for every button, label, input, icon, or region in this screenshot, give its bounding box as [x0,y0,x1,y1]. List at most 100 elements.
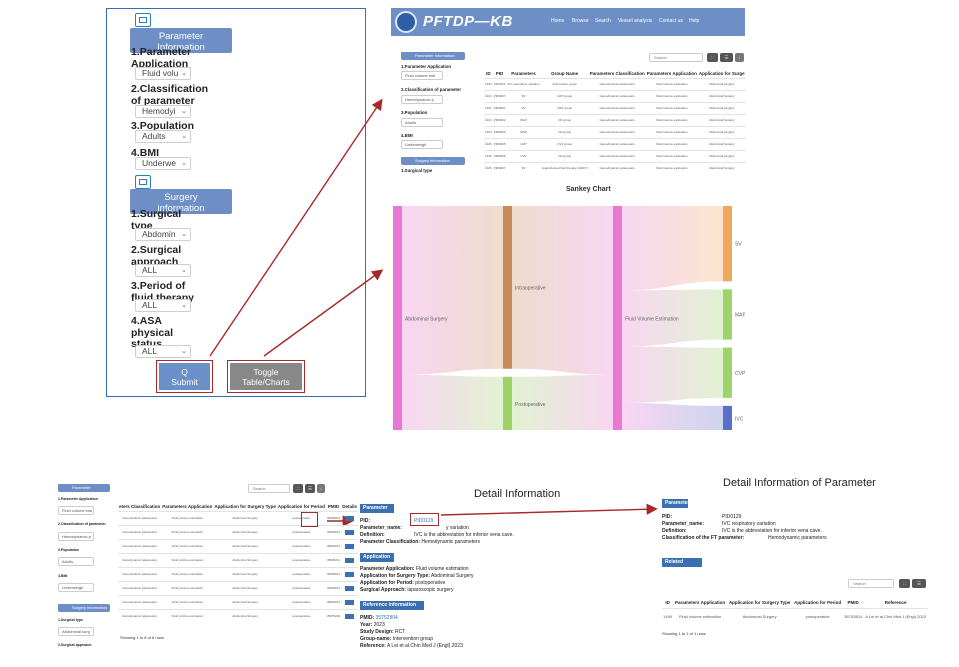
table-cell: postoperative [276,524,326,539]
details-button[interactable] [345,613,355,619]
details-button[interactable] [345,515,355,521]
detail-information-panel: Detail Information Parameter PID: PID012… [360,488,561,649]
parameter-name: y variation [446,525,469,531]
filter-select[interactable]: Hemodynamic p [58,532,94,541]
page-title: Detail Information [474,488,561,500]
filter-select[interactable]: Abdominal surg [58,627,94,636]
classification: Hemodynamic parameters [421,539,481,545]
columns-icon[interactable]: ∷ [293,484,303,493]
columns-icon[interactable]: ∷ [899,579,910,588]
table-cell: postoperative [792,607,843,624]
table-cell: Fluid volume estimation [161,580,214,595]
details-button[interactable] [345,543,355,549]
detail-row: Application for Period: postoperative [360,580,445,586]
table-cell: 35752804 [842,607,864,624]
column-header[interactable]: Details [341,502,358,511]
download-icon[interactable]: ↓ [317,484,325,493]
table-row[interactable]: 1490 Fluid volume estimation Abdominal Sur… [662,607,928,624]
detail-label: Application for Surgery Type: [360,573,430,579]
details-button[interactable] [345,571,355,577]
details-button[interactable] [345,599,355,605]
column-header[interactable]: Application for Period [277,502,326,511]
section-header: Reference information [360,601,424,610]
table-row[interactable]: hemodynamic parameters Fluid volume estim… [118,510,358,525]
column-header[interactable]: PMID [326,502,341,511]
table-row[interactable]: hemodynamic parameters Fluid volume estim… [118,552,358,567]
table-row[interactable]: hemodynamic parameters Fluid volume estim… [118,524,358,539]
table-cell: A Lei et al.Chin Med J (Engl).2023 [863,607,928,624]
section-header: Related Studies [662,558,702,574]
column-header[interactable]: Parameters Application [161,502,213,511]
column-header[interactable]: eters Classification [118,502,161,511]
table-cell: 1490 [662,607,674,624]
detail-value: laparoscopic surgery [405,587,454,593]
table-cell: Abdominal Surgery [213,594,277,609]
table-cell: Abdominal Surgery [213,538,277,553]
results-table: eters Classification Parameters Applicati… [118,502,358,623]
detail-value: Hemodynamic parameters [768,535,827,541]
table-cell: hemodynamic parameters [118,594,162,609]
detail-value: Fluid volume estimation [414,566,469,572]
filter-label: 3.Population [58,548,79,552]
column-header[interactable]: ID [662,598,673,608]
detail-label: Classification of the FT parameter: [662,535,745,541]
detail-label: Reference: [360,643,386,649]
details-button[interactable] [345,529,355,535]
table-cell: Fluid volume estimation [161,566,214,581]
detail-label: Surgical Approach: [360,587,406,593]
filter-label: 2.Classification of parameter [58,522,106,526]
column-header[interactable]: Parameters Application [673,598,727,608]
table-header-row: ID Parameters Application Application for … [662,598,928,608]
detail-label: Year: [360,622,373,628]
detail-row: Year: 2023 [360,622,385,628]
filter-select[interactable]: Underweigh [58,583,94,592]
column-header[interactable]: Application for Period [792,598,843,608]
table-cell: Abdominal Surgery [213,524,277,539]
table-row[interactable]: hemodynamic parameters Fluid volume estim… [118,594,358,609]
detail-value: PID0129 [722,514,742,520]
filter-select[interactable]: Adults [58,557,94,566]
column-header[interactable]: Application for Surgery Type [213,502,276,511]
table-row[interactable]: hemodynamic parameters Fluid volume estim… [118,566,358,581]
table-cell: Fluid volume estimation [161,608,214,623]
table-row[interactable]: hemodynamic parameters Fluid volume estim… [118,608,358,623]
search-input[interactable]: Search [248,484,290,493]
search-input[interactable]: Search [848,579,894,588]
list-icon[interactable]: ☰ [305,484,315,493]
pmid-link[interactable]: 35752804 [374,615,398,621]
column-header[interactable]: Application for Surgery Type [727,598,792,608]
section-header: Parameter [662,499,689,508]
table-cell: postoperative [276,580,326,595]
details-button[interactable] [345,557,355,563]
detail-label: Definition: [662,528,687,534]
detail-value: Abdominal Surgery [429,573,474,579]
column-header[interactable]: PMID [843,598,863,608]
details-cell [341,538,358,553]
highlight-box [301,512,318,527]
detail-row: Application for Surgery Type: Abdominal … [360,573,474,579]
arrow-to-table [209,98,383,357]
details-cell [341,594,358,609]
detail-row: Group-name: Intervention group [360,636,433,642]
related-studies-table: ID Parameters Application Application for … [662,598,928,624]
table-row[interactable]: hemodynamic parameters Fluid volume estim… [118,580,358,595]
table-cell: Abdominal Surgery [213,552,277,567]
detail-label: Group-name: [360,636,392,642]
column-header[interactable]: Reference [863,598,928,608]
detail-label: PID: [662,514,672,520]
table-cell: Abdominal Surgery [213,566,277,581]
detail-label: Parameter Application: [360,566,415,572]
filter-label: 4.BMI [58,574,68,578]
pagination-info: Showing 1 to 1 of 1 rows [662,631,706,636]
detail-label: Application for Period: [360,580,414,586]
parameter-detail-panel: Detail Information of Parameter Paramete… [660,474,930,654]
list-icon[interactable]: ☰ [912,579,926,588]
details-button[interactable] [345,585,355,591]
table-cell: hemodynamic parameters [118,524,162,539]
table-cell: Abdominal Surgery [726,607,793,624]
details-cell [341,580,358,595]
detail-row: Surgical Approach: laparoscopic surgery [360,587,453,593]
detail-value: IVC is the abbreviation for inferior ven… [722,528,822,534]
filter-select[interactable]: Fluid volume esti [58,506,94,515]
table-row[interactable]: hemodynamic parameters Fluid volume estim… [118,538,358,553]
